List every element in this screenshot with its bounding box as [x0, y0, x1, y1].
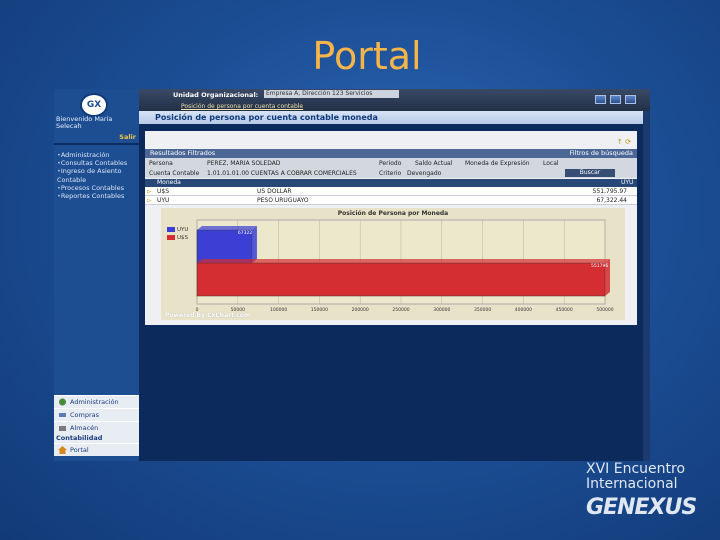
col-header-moneda[interactable]: Moneda [157, 179, 181, 187]
persona-label: Persona [149, 160, 173, 167]
bar-top [197, 226, 257, 230]
event-branding: XVI Encuentro Internacional GENEXUS [586, 461, 720, 521]
data-label: 551796 [591, 263, 608, 269]
moneda-value[interactable]: Local [543, 160, 559, 167]
moneda-label: Moneda de Expresión [465, 160, 530, 167]
bar-side [251, 226, 257, 263]
col-header-uyu[interactable]: UYU [621, 179, 633, 187]
unit-select[interactable]: Empresa A, Dirección 123 Servicios [264, 90, 399, 98]
bar-chart: 0 50000 100000 150000 200000 250000 300000 3500… [196, 219, 614, 313]
search-button[interactable]: Buscar [565, 169, 615, 177]
x-tick-label: 100000 [270, 307, 287, 313]
top-bar: Unidad Organizacional: Empresa A, Direcc… [139, 89, 650, 111]
x-tick-label: 400000 [515, 307, 532, 313]
filters-panel: Persona PEREZ, MARIA SOLEDAD Periodo Sal… [145, 158, 637, 178]
menu-item-procesos[interactable]: Procesos Contables [57, 184, 139, 192]
periodo-value[interactable]: Saldo Actual [415, 160, 452, 167]
bottom-nav-section-label: Contabilidad [54, 434, 139, 443]
menu-item-ingreso-asiento[interactable]: Ingreso de Asiento Contable [57, 167, 139, 183]
top-buttons [593, 95, 636, 106]
cart-icon [59, 413, 66, 417]
criterio-value[interactable]: Devengado [407, 170, 441, 177]
x-tick-label: 500000 [596, 307, 613, 313]
x-tick-label: 150000 [311, 307, 328, 313]
warehouse-icon [59, 426, 66, 431]
menu-item-reportes[interactable]: Reportes Contables [57, 192, 139, 200]
main-panel: Unidad Organizacional: Empresa A, Direcc… [139, 89, 650, 461]
table-row[interactable]: ▻ U$S US DOLLAR 551,795.97 [145, 187, 637, 196]
x-tick-label: 300000 [433, 307, 450, 313]
refresh-icon[interactable]: ⟳ [625, 138, 631, 146]
page-title: Posición de persona por cuenta contable … [139, 111, 650, 124]
results-table: Moneda UYU ▻ U$S US DOLLAR 551,795.97 ▻ … [145, 179, 637, 205]
bottom-nav-almacen[interactable]: Almacén [54, 421, 139, 434]
breadcrumb[interactable]: Posición de persona por cuenta contable [181, 103, 303, 110]
branding-line2: Internacional [586, 476, 678, 492]
logout-link[interactable]: Salir [119, 133, 136, 141]
vertical-scrollbar[interactable] [643, 111, 650, 461]
genexus-logo: GENEXUS [586, 495, 697, 520]
bar-us [196, 262, 606, 297]
table-header: Moneda UYU [145, 179, 637, 187]
bottom-nav-administracion[interactable]: Administración [54, 395, 139, 408]
logo: GX [80, 93, 108, 117]
x-tick-label: 250000 [392, 307, 409, 313]
welcome-text: Bienvenido María Selecah [56, 115, 113, 130]
sidebar: GX Bienvenido María Selecah Salir Admini… [54, 89, 139, 461]
slide-title: Portal [312, 34, 422, 78]
results-title: Resultados Filtrados [150, 149, 216, 157]
filters-toggle[interactable]: Filtros de búsqueda [569, 149, 633, 158]
content-area: ↑ ⟳ Resultados Filtrados Filtros de búsq… [145, 131, 637, 325]
cuenta-label: Cuenta Contable [149, 170, 200, 177]
forward-icon[interactable] [609, 95, 621, 104]
table-row[interactable]: ▻ UYU PESO URUGUAYO 67,322.44 [145, 196, 637, 205]
help-icon[interactable] [625, 95, 636, 104]
sidebar-divider [54, 143, 139, 145]
criterio-label: Criterio [379, 170, 402, 177]
bottom-nav-portal[interactable]: Portal [54, 443, 139, 456]
toolbar-icons: ↑ ⟳ [617, 138, 631, 146]
branding-line1: XVI Encuentro [586, 461, 686, 477]
back-icon[interactable] [594, 95, 606, 104]
chart-panel: Posición de Persona por Moneda UYU U$S 0… [161, 208, 625, 320]
x-tick-label: 350000 [474, 307, 491, 313]
unit-label: Unidad Organizacional: [173, 91, 259, 99]
menu-item-administracion[interactable]: Administración [57, 151, 139, 159]
app-window: GX Bienvenido María Selecah Salir Admini… [54, 89, 650, 461]
periodo-label: Periodo [379, 160, 402, 167]
cuenta-value[interactable]: 1.01.01.01.00 CUENTAS A COBRAR COMERCIAL… [207, 170, 357, 177]
bottom-nav: Administración Compras Almacén Contabili… [54, 395, 139, 456]
export-icon[interactable]: ↑ [617, 138, 623, 146]
results-bar: Resultados Filtrados Filtros de búsqueda [145, 149, 637, 158]
sidebar-menu: Administración Consultas Contables Ingre… [57, 151, 139, 200]
home-icon [58, 446, 67, 454]
bottom-nav-compras[interactable]: Compras [54, 408, 139, 421]
bar-top [197, 259, 610, 263]
persona-value[interactable]: PEREZ, MARIA SOLEDAD [207, 160, 280, 167]
row-icon: ▻ [147, 188, 152, 195]
x-tick-label: 450000 [556, 307, 573, 313]
menu-item-consultas[interactable]: Consultas Contables [57, 159, 139, 167]
data-label: 67322 [238, 230, 252, 236]
chart-credit: Powered By CxChart.com [165, 312, 251, 319]
row-icon: ▻ [147, 197, 152, 204]
x-tick-label: 200000 [352, 307, 369, 313]
admin-icon [59, 398, 66, 406]
